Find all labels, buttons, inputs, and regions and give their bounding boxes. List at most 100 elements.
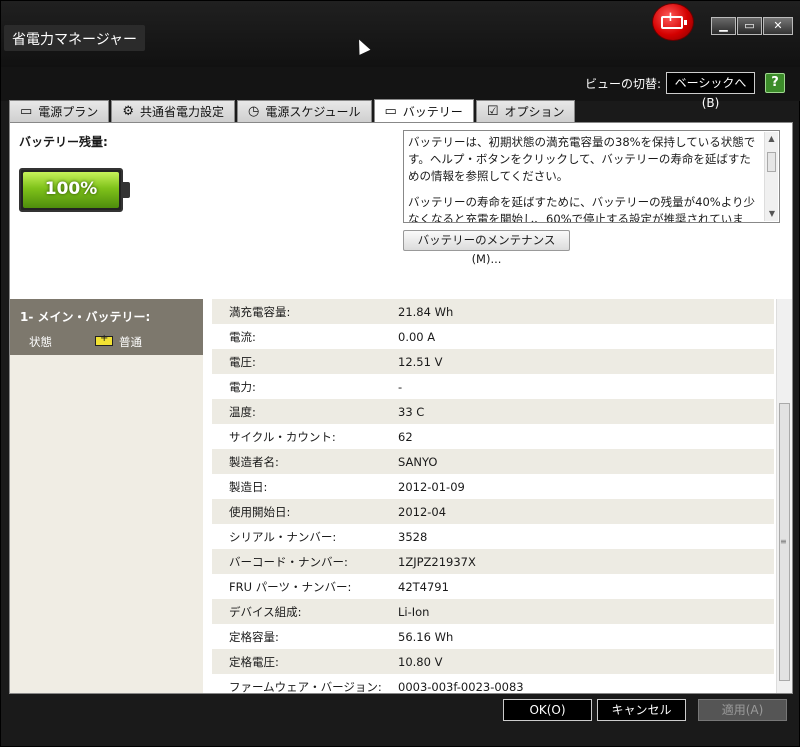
view-switch-label: ビューの切替:	[584, 77, 661, 91]
scroll-thumb[interactable]	[767, 152, 776, 172]
tab-battery[interactable]: ▭ バッテリー	[373, 99, 474, 122]
info-paragraph: バッテリーは、初期状態の満充電容量の38%を保持している状態です。ヘルプ・ボタン…	[408, 135, 756, 183]
detail-value: 0.00 A	[398, 329, 436, 344]
battery-details-pane: 満充電容量: 21.84 Wh 電流: 0.00 A 電圧: 12.51 V 電力: - 温度:…	[204, 299, 792, 694]
battery-app-icon: +	[652, 3, 694, 41]
table-row: デバイス組成: Li-Ion	[212, 599, 774, 624]
clock-icon: ◷	[247, 104, 260, 119]
table-row: 製造者名: SANYO	[212, 449, 774, 474]
close-button[interactable]: ✕	[763, 17, 793, 35]
window-title: 省電力マネージャー	[4, 25, 146, 51]
window-controls: ▁ ▭ ✕	[710, 17, 793, 35]
battery-percent: 100%	[44, 179, 98, 199]
table-row: シリアル・ナンバー: 3528	[212, 524, 774, 549]
detail-key: ファームウェア・バージョン:	[229, 679, 382, 694]
table-row: バーコード・ナンバー: 1ZJPZ21937X	[212, 549, 774, 574]
scroll-grip-icon: ≡	[780, 537, 787, 546]
detail-key: 電力:	[229, 379, 256, 394]
table-row: FRU パーツ・ナンバー: 42T4791	[212, 574, 774, 599]
help-icon[interactable]: ?	[765, 73, 785, 93]
detail-value: 0003-003f-0023-0083	[398, 679, 524, 694]
info-paragraph: バッテリーの寿命を延ばすために、バッテリーの残量が40%より少なくなると充電を開…	[408, 195, 755, 223]
detail-value: 21.84 Wh	[398, 304, 454, 319]
table-row: 定格電圧: 10.80 V	[212, 649, 774, 674]
detail-key: シリアル・ナンバー:	[229, 529, 337, 544]
tab-label: 共通省電力設定	[139, 105, 224, 119]
detail-value: 42T4791	[398, 579, 449, 594]
tab-options[interactable]: ☑ オプション	[475, 100, 576, 122]
battery-icon: ▭	[384, 103, 397, 119]
detail-value: 62	[398, 429, 413, 444]
table-row: 使用開始日: 2012-04	[212, 499, 774, 524]
detail-value: 2012-01-09	[398, 479, 465, 494]
main-battery-title: 1- メイン・バッテリー:	[20, 310, 151, 324]
main-battery-item[interactable]: 1- メイン・バッテリー: 状態 普通	[10, 299, 203, 355]
battery-maintenance-button[interactable]: バッテリーのメンテナンス(M)...	[403, 230, 570, 266]
detail-key: 製造者名:	[229, 454, 279, 469]
detail-value: 33 C	[398, 404, 425, 419]
detail-key: 満充電容量:	[229, 304, 291, 319]
battery-remaining-label: バッテリー残量:	[19, 135, 108, 149]
title-bar: 省電力マネージャー + ▁ ▭ ✕	[1, 1, 800, 67]
tab-label: 電源プラン	[38, 105, 99, 119]
cancel-button[interactable]: キャンセル	[597, 699, 686, 721]
gear-icon: ⚙	[122, 104, 134, 119]
details-scrollbar[interactable]: ≡	[776, 299, 792, 693]
detail-value: 2012-04	[398, 504, 447, 519]
battery-status-icon	[95, 333, 113, 346]
checkbox-icon: ☑	[486, 104, 499, 119]
tab-label: バッテリー	[402, 104, 463, 119]
scroll-down-icon[interactable]: ▼	[765, 207, 779, 221]
detail-value: 12.51 V	[398, 354, 443, 369]
battery-icon: ▭	[20, 104, 33, 119]
view-switch-row: ビューの切替: ベーシックへ(B) ?	[1, 67, 800, 110]
tab-common-settings[interactable]: ⚙ 共通省電力設定	[111, 100, 235, 122]
battery-list-pane: 1- メイン・バッテリー: 状態 普通	[10, 299, 203, 693]
info-scrollbar[interactable]: ▲ ▼	[764, 132, 778, 221]
table-row: 電圧: 12.51 V	[212, 349, 774, 374]
detail-key: 電圧:	[229, 354, 256, 369]
detail-key: デバイス組成:	[229, 604, 302, 619]
battery-info-text[interactable]: バッテリーは、初期状態の満充電容量の38%を保持している状態です。ヘルプ・ボタン…	[403, 130, 780, 223]
power-manager-window: 省電力マネージャー + ▁ ▭ ✕ ビューの切替: ベーシックへ(B) ? ▭ …	[0, 0, 800, 747]
status-label: 状態	[29, 335, 52, 349]
detail-key: バーコード・ナンバー:	[229, 554, 348, 569]
battery-details-list: 満充電容量: 21.84 Wh 電流: 0.00 A 電圧: 12.51 V 電力: - 温度:…	[212, 299, 774, 699]
apply-button[interactable]: 適用(A)	[698, 699, 787, 721]
maximize-button[interactable]: ▭	[737, 17, 762, 35]
scroll-up-icon[interactable]: ▲	[765, 132, 778, 146]
detail-value: 56.16 Wh	[398, 629, 454, 644]
detail-key: 製造日:	[229, 479, 268, 494]
table-row: 電力: -	[212, 374, 774, 399]
tab-power-plan[interactable]: ▭ 電源プラン	[9, 100, 110, 122]
detail-key: 定格電圧:	[229, 654, 279, 669]
battery-panel: バッテリー残量: 100% バッテリーは、初期状態の満充電容量の38%を保持して…	[9, 122, 793, 694]
detail-value: 1ZJPZ21937X	[398, 554, 476, 569]
detail-key: FRU パーツ・ナンバー:	[229, 579, 352, 594]
detail-value: -	[398, 379, 403, 394]
detail-value: SANYO	[398, 454, 438, 469]
status-value: 普通	[119, 335, 142, 349]
table-row: 電流: 0.00 A	[212, 324, 774, 349]
table-row: サイクル・カウント: 62	[212, 424, 774, 449]
detail-key: 定格容量:	[229, 629, 279, 644]
table-row: 製造日: 2012-01-09	[212, 474, 774, 499]
table-row: ファームウェア・バージョン: 0003-003f-0023-0083	[212, 674, 774, 699]
table-row: 温度: 33 C	[212, 399, 774, 424]
minimize-button[interactable]: ▁	[711, 17, 736, 35]
table-row: 満充電容量: 21.84 Wh	[212, 299, 774, 324]
detail-key: サイクル・カウント:	[229, 429, 336, 444]
battery-level-icon: 100%	[19, 168, 130, 212]
tab-label: 電源スケジュール	[265, 105, 361, 119]
detail-key: 使用開始日:	[229, 504, 291, 519]
table-row: 定格容量: 56.16 Wh	[212, 624, 774, 649]
detail-key: 電流:	[229, 329, 256, 344]
detail-key: 温度:	[229, 404, 256, 419]
tab-bar: ▭ 電源プラン ⚙ 共通省電力設定 ◷ 電源スケジュール ▭ バッテリー ☑ オ…	[9, 99, 577, 122]
tab-power-schedule[interactable]: ◷ 電源スケジュール	[236, 100, 372, 122]
ok-button[interactable]: OK(O)	[503, 699, 592, 721]
tab-label: オプション	[504, 105, 565, 119]
basic-view-button[interactable]: ベーシックへ(B)	[666, 72, 755, 110]
detail-value: 10.80 V	[398, 654, 443, 669]
detail-value: 3528	[398, 529, 428, 544]
